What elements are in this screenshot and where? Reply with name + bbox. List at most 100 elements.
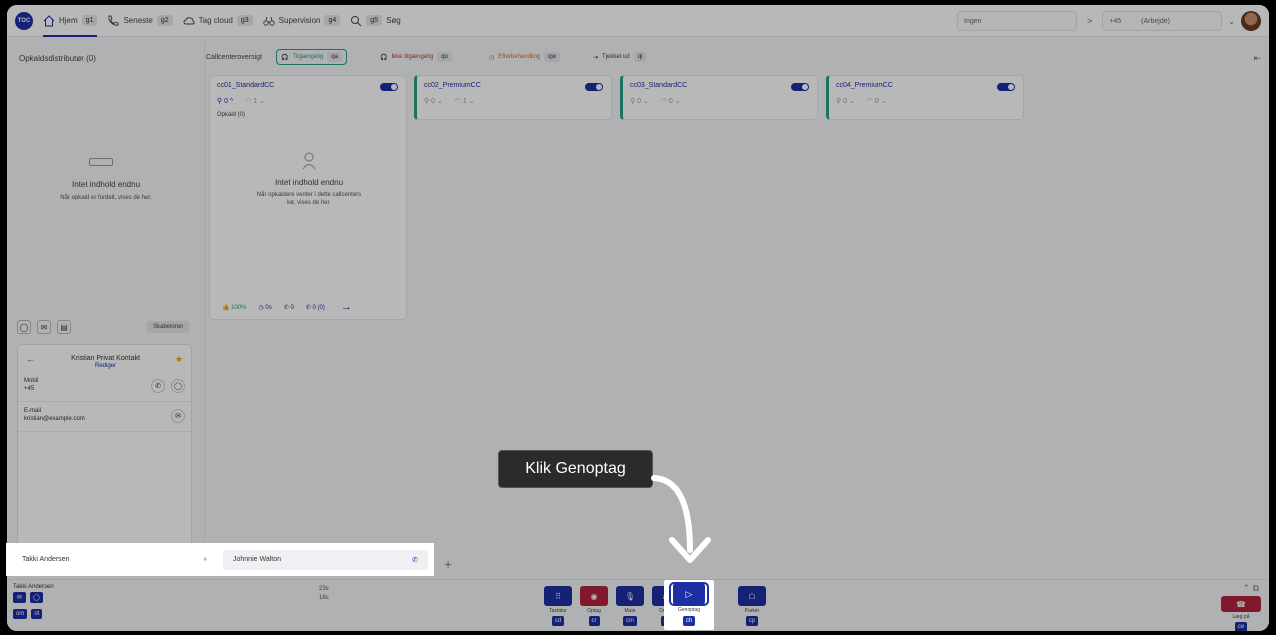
call-controls: ⠿ Tastatur cd ◉ Optag cr 🎙 Mute cm ⇄ Oms… (544, 586, 766, 626)
status-checked-out-button[interactable]: ⇥ Tjekket ud ql (588, 49, 651, 65)
pause-icon: ⏸ (203, 555, 208, 563)
mail-icon[interactable]: ✉ (171, 409, 185, 423)
call-icon[interactable]: ✆ (151, 379, 165, 393)
status-available-button[interactable]: 🎧 Tilgængelig qa (276, 49, 347, 65)
expand-icons[interactable]: ⌃ ⧉ (1243, 583, 1259, 594)
shortcut-badge: cr (588, 616, 600, 626)
star-icon[interactable]: ★ (175, 354, 183, 365)
chat-icon[interactable]: ◯ (30, 592, 43, 603)
edit-contact-link[interactable]: Rediger (18, 363, 193, 369)
sms-icon[interactable]: ▤ (57, 320, 71, 334)
tutorial-arrow-icon (651, 475, 711, 563)
status-label: Ikke tilgængelig (391, 54, 434, 60)
nav-supervision[interactable]: Supervision g4 (263, 5, 341, 37)
nav-search[interactable]: g5 Søg (350, 5, 401, 37)
chevron-right-icon[interactable]: > (1087, 16, 1092, 26)
add-tab-button[interactable]: + (444, 556, 452, 572)
resume-button[interactable]: ▷ Genoptag ch (664, 580, 714, 630)
callcenter-card: cc03_StandardCC ⚲ 0 ⌄ ◠ 0 ⌄ (620, 75, 818, 120)
clock-icon: ◷ 0s (258, 304, 272, 311)
callcenter-name[interactable]: cc03_StandardCC (630, 82, 687, 89)
status-wrapup-button[interactable]: ◷ Efterbehandling qw (484, 49, 565, 65)
callcenter-name[interactable]: cc02_PremiumCC (424, 82, 481, 89)
shortcut-badge: ot (31, 609, 43, 619)
nav-search-shortcut: g5 (366, 15, 383, 26)
nav-recent[interactable]: Seneste g2 (107, 5, 173, 37)
phone-number-select[interactable]: +45 (Arbejde) (1102, 11, 1223, 31)
callcenter-toggle[interactable] (791, 83, 809, 91)
callcenter-name[interactable]: cc01_StandardCC (217, 82, 274, 89)
callcenter-card: cc02_PremiumCC ⚲ 0 ⌄ ◠ 1 ⌄ (414, 75, 612, 120)
queue-count[interactable]: ◠ 0 ⌄ (661, 97, 681, 105)
queue-count[interactable]: ◠ 1 ⌄ (245, 97, 265, 105)
shortcut-badge: ce (1234, 622, 1248, 631)
hangup-button[interactable]: ☎ Læg på ce (1221, 596, 1261, 631)
record-button[interactable]: ◉ Optag cr (580, 586, 608, 626)
shortcut-badge: cp (745, 616, 759, 626)
nav-tagcloud-shortcut: g3 (236, 15, 253, 26)
chat-icon[interactable]: ◯ (17, 320, 31, 334)
app-window: TOC Hjem g1 Seneste g2 Tag cloud g3 Supe… (7, 5, 1269, 631)
chat-icon[interactable]: ◯ (171, 379, 185, 393)
control-label: Tastatur (549, 608, 567, 614)
empty-title: Intet indhold endnu (71, 180, 141, 189)
control-label: Mute (624, 608, 636, 614)
status-shortcut: qw (544, 52, 560, 62)
status-shortcut: qa (327, 52, 342, 62)
call-timers: 23s 18s (319, 585, 329, 603)
callcenter-empty-title: Intet indhold endnu (274, 178, 344, 187)
agents-value: 0 (431, 98, 435, 105)
call-tab[interactable]: Takki Andersen ⏸ (12, 549, 217, 570)
nav-supervision-shortcut: g4 (324, 15, 341, 26)
tab-label: Johnnie Walton (233, 556, 281, 563)
nav-home[interactable]: Hjem g1 (43, 5, 98, 37)
divider (18, 401, 191, 402)
status-unavailable-button[interactable]: 🎧 Ikke tilgængelig qu (375, 49, 457, 65)
divider (18, 431, 191, 432)
mail-icon[interactable]: ✉ (37, 320, 51, 334)
panel-title: Opkaldsdistributør (0) (19, 54, 96, 63)
incoming-call-icon: ✆ 0 (283, 304, 294, 311)
nav-home-shortcut: g1 (81, 15, 98, 26)
nav-tagcloud[interactable]: Tag cloud g3 (183, 5, 253, 37)
queue-count[interactable]: ◠ 1 ⌄ (455, 97, 475, 105)
agents-value: 0 (637, 98, 641, 105)
keypad-button[interactable]: ⠿ Tastatur cd (544, 586, 572, 626)
call-timer: 18s (319, 595, 329, 601)
agents-count[interactable]: ⚲ 0 ⌄ (836, 97, 855, 105)
status-select[interactable]: Ingen (957, 11, 1078, 31)
tab-label: Takki Andersen (22, 556, 70, 563)
mail-icon[interactable]: ✉ (13, 592, 26, 603)
tutorial-tooltip: Klik Genoptag (498, 450, 653, 488)
wait-time: 0s (265, 304, 272, 311)
status-label: Tjekket ud (602, 54, 630, 60)
call-tab[interactable]: Johnnie Walton ✆ (223, 549, 428, 570)
call-distributor-panel: Opkaldsdistributør (0) Intet indhold end… (7, 38, 205, 559)
callcenter-toggle[interactable] (380, 83, 398, 91)
avatar[interactable] (1241, 11, 1261, 31)
shortcut-badge: cd (551, 616, 565, 626)
collapse-panel-icon[interactable]: ⇤ (1253, 53, 1261, 64)
agents-count[interactable]: ⚲ 0 ⌄ (630, 97, 649, 105)
caller-actions: ✉ ◯ (13, 592, 43, 603)
queue-value: 1 (462, 98, 467, 105)
mute-button[interactable]: 🎙 Mute cm (616, 586, 644, 626)
chevron-down-icon[interactable]: ⌄ (1228, 17, 1235, 26)
callcenter-name[interactable]: cc04_PremiumCC (836, 82, 893, 89)
nav-supervision-label: Supervision (278, 16, 321, 25)
shortcut-badge: cm (623, 616, 637, 626)
agents-count[interactable]: ⚲ 0 ^ (217, 97, 233, 105)
templates-button[interactable]: Skabeloner (147, 321, 190, 333)
park-button[interactable]: ☖ Parkér cp (738, 586, 766, 626)
home-icon (43, 14, 55, 26)
agents-count[interactable]: ⚲ 0 ⌄ (424, 97, 443, 105)
arrow-right-icon[interactable]: → (341, 301, 352, 313)
caller-name: Takki Andersen (13, 584, 54, 590)
queue-count[interactable]: ◠ 0 ⌄ (867, 97, 887, 105)
email-label: E-mail (24, 408, 42, 414)
callcenter-empty-subtitle: Når opkaldere venter i dette callcenters… (256, 192, 362, 206)
control-label: Læg på (1232, 614, 1250, 620)
app-logo[interactable]: TOC (15, 11, 33, 30)
callcenter-toggle[interactable] (997, 83, 1015, 91)
callcenter-toggle[interactable] (585, 83, 603, 91)
